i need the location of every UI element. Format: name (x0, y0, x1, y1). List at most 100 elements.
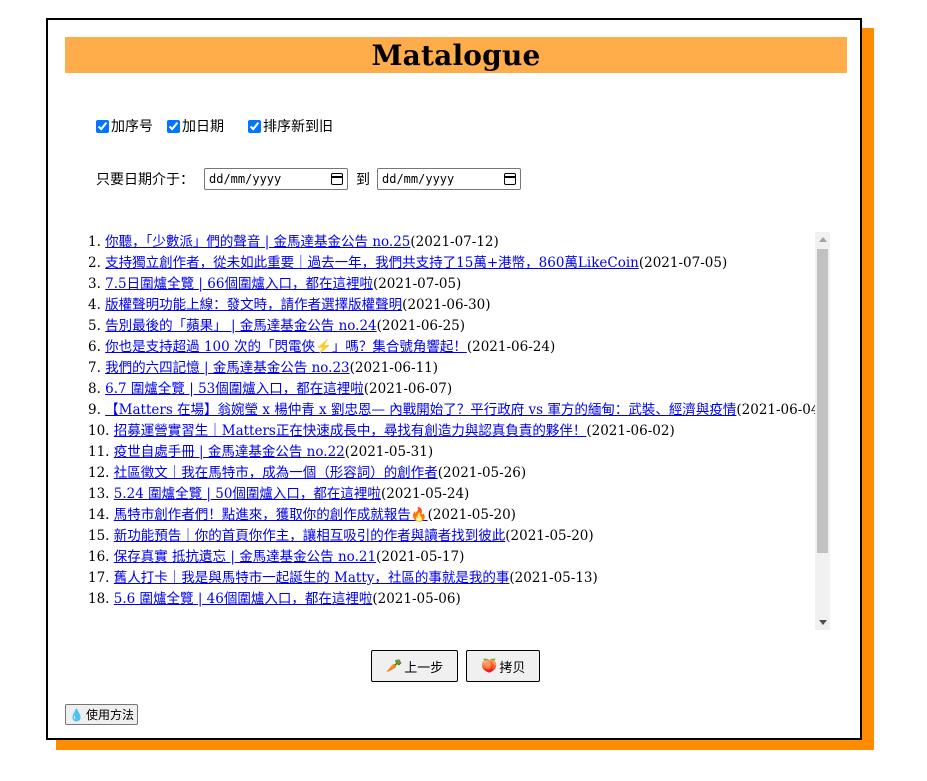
post-date: (2021-06-02) (586, 423, 675, 439)
post-date: (2021-06-04) (736, 402, 825, 418)
post-item: 3. 7.5日圍爐全覽 | 66個圍爐入口，都在這裡啦(2021-07-05) (88, 274, 831, 295)
date-to-input[interactable]: dd/mm/yyyy (377, 168, 521, 190)
post-number: 1. (88, 234, 106, 250)
post-link[interactable]: 社區徵文｜我在馬特市，成為一個（形容詞）的創作者 (114, 465, 438, 481)
post-item: 4. 版權聲明功能上線：發文時，請作者選擇版權聲明(2021-06-30) (88, 295, 831, 316)
post-item: 1. 你聽，「少數派」們的聲音 | 金馬達基金公告 no.25(2021-07-… (88, 232, 831, 253)
post-date: (2021-06-24) (466, 339, 556, 355)
post-date: (2021-06-30) (402, 297, 491, 313)
post-item: 5. 告別最後的「蘋果」 | 金馬達基金公告 no.24(2021-06-25) (88, 316, 831, 337)
serial-checkbox[interactable] (96, 119, 109, 133)
post-number: 6. (88, 339, 106, 355)
post-link[interactable]: 招募運營實習生｜Matters正在快速成長中，尋找有創造力與認真負責的夥伴！ (114, 423, 587, 439)
carrot-icon: 🥕 (386, 658, 403, 674)
date-label: 加日期 (182, 119, 224, 135)
post-link[interactable]: 5.6 圍爐全覽 | 46個圍爐入口，都在這裡啦 (114, 591, 373, 607)
copy-button-label: 拷贝 (499, 660, 526, 676)
post-link[interactable]: 【Matters 在場】翁婉瑩 x 楊仲青 x 劉忠恩— 內戰開始了？平行政府 … (105, 402, 736, 418)
prev-button-label: 上一步 (404, 660, 444, 676)
post-date: (2021-06-25) (376, 318, 466, 334)
date-checkbox[interactable] (167, 119, 180, 133)
date-filter-label: 只要日期介于： (96, 172, 194, 188)
post-item: 16. 保存真實 抵抗遺忘 | 金馬達基金公告 no.21(2021-05-17… (88, 547, 831, 568)
post-list: 1. 你聽，「少數派」們的聲音 | 金馬達基金公告 no.25(2021-07-… (88, 232, 831, 610)
date-to-label: 到 (356, 172, 370, 188)
post-link[interactable]: 7.5日圍爐全覽 | 66個圍爐入口，都在這裡啦 (105, 276, 373, 292)
post-date: (2021-05-20) (505, 528, 594, 544)
post-link[interactable]: 馬特市創作者們！點進來，獲取你的創作成就報告🔥 (114, 507, 428, 523)
post-link[interactable]: 保存真實 抵抗遺忘 | 金馬達基金公告 no.21 (114, 549, 376, 565)
post-date: (2021-06-11) (349, 360, 439, 376)
post-link[interactable]: 你聽，「少數派」們的聲音 | 金馬達基金公告 no.25 (105, 234, 410, 250)
peach-icon: 🍑 (481, 658, 498, 674)
sort-checkbox[interactable] (248, 119, 261, 133)
date-option[interactable]: 加日期 (167, 116, 224, 136)
post-date: (2021-07-12) (410, 234, 499, 250)
post-number: 14. (88, 507, 114, 523)
post-item: 14. 馬特市創作者們！點進來，獲取你的創作成就報告🔥(2021-05-20) (88, 505, 831, 526)
post-link[interactable]: 版權聲明功能上線：發文時，請作者選擇版權聲明 (105, 297, 402, 313)
post-number: 8. (88, 381, 106, 397)
post-item: 13. 5.24 圍爐全覽 | 50個圍爐入口，都在這裡啦(2021-05-24… (88, 484, 831, 505)
date-to-placeholder: dd/mm/yyyy (382, 172, 455, 186)
post-date: (2021-05-17) (376, 549, 465, 565)
serial-option[interactable]: 加序号 (96, 116, 153, 136)
post-date: (2021-05-26) (437, 465, 527, 481)
post-number: 4. (88, 297, 106, 313)
post-item: 2. 支持獨立創作者，從未如此重要｜過去一年，我們共支持了15萬+港幣，860萬… (88, 253, 831, 274)
post-link[interactable]: 我們的六四記憶 | 金馬達基金公告 no.23 (105, 360, 349, 376)
post-item: 10. 招募運營實習生｜Matters正在快速成長中，尋找有創造力與認真負責的夥… (88, 421, 831, 442)
scroll-up-icon[interactable] (819, 237, 827, 242)
header-bar: Matalogue (65, 37, 847, 73)
post-date: (2021-06-07) (363, 381, 453, 397)
post-link[interactable]: 6.7 圍爐全覽 | 53個圍爐入口，都在這裡啦 (105, 381, 364, 397)
list-scrollbar[interactable] (815, 232, 830, 630)
post-link[interactable]: 疫世自處手冊 | 金馬達基金公告 no.22 (114, 444, 345, 460)
post-date: (2021-07-05) (372, 276, 462, 292)
post-item: 9. 【Matters 在場】翁婉瑩 x 楊仲青 x 劉忠恩— 內戰開始了？平行… (88, 400, 831, 421)
post-list-container[interactable]: 1. 你聽，「少數派」們的聲音 | 金馬達基金公告 no.25(2021-07-… (88, 232, 831, 630)
date-from-placeholder: dd/mm/yyyy (209, 172, 282, 186)
post-item: 15. 新功能預告｜你的首頁你作主，讓相互吸引的作者與讀者找到彼此(2021-0… (88, 526, 831, 547)
post-link[interactable]: 支持獨立創作者，從未如此重要｜過去一年，我們共支持了15萬+港幣，860萬Lik… (105, 255, 639, 271)
post-date: (2021-07-05) (638, 255, 728, 271)
post-link[interactable]: 5.24 圍爐全覽 | 50個圍爐入口，都在這裡啦 (114, 486, 381, 502)
post-item: 17. 舊人打卡｜我是與馬特市一起誕生的 Matty，社區的事就是我的事(202… (88, 568, 831, 589)
scroll-down-icon[interactable] (819, 620, 827, 625)
post-number: 18. (88, 591, 114, 607)
post-number: 10. (88, 423, 114, 439)
usage-button[interactable]: 💧 使用方法 (65, 704, 138, 725)
post-number: 12. (88, 465, 114, 481)
post-item: 6. 你也是支持超過 100 次的「閃電俠⚡」嗎？集合號角響起！(2021-06… (88, 337, 831, 358)
post-date: (2021-05-20) (427, 507, 516, 523)
post-link[interactable]: 你也是支持超過 100 次的「閃電俠⚡」嗎？集合號角響起！ (105, 339, 467, 355)
copy-button[interactable]: 🍑 拷贝 (466, 650, 541, 682)
main-card: Matalogue 加序号 加日期 排序新到旧 只要日期介于： dd/mm/yy… (46, 18, 862, 740)
scroll-thumb[interactable] (817, 249, 828, 553)
post-number: 16. (88, 549, 114, 565)
post-number: 17. (88, 570, 114, 586)
post-number: 5. (88, 318, 106, 334)
post-date: (2021-05-13) (509, 570, 598, 586)
calendar-icon[interactable] (504, 173, 516, 185)
date-from-input[interactable]: dd/mm/yyyy (204, 168, 348, 190)
app-title: Matalogue (371, 38, 541, 72)
post-item: 11. 疫世自處手冊 | 金馬達基金公告 no.22(2021-05-31) (88, 442, 831, 463)
sort-option[interactable]: 排序新到旧 (248, 116, 333, 136)
post-date: (2021-05-06) (372, 591, 461, 607)
post-date: (2021-05-31) (344, 444, 434, 460)
post-number: 11. (88, 444, 114, 460)
post-number: 9. (88, 402, 106, 418)
prev-button[interactable]: 🥕 上一步 (371, 650, 459, 682)
post-link[interactable]: 新功能預告｜你的首頁你作主，讓相互吸引的作者與讀者找到彼此 (114, 528, 506, 544)
post-item: 18. 5.6 圍爐全覽 | 46個圍爐入口，都在這裡啦(2021-05-06) (88, 589, 831, 610)
calendar-icon[interactable] (331, 173, 343, 185)
post-number: 15. (88, 528, 114, 544)
post-number: 7. (88, 360, 106, 376)
post-link[interactable]: 舊人打卡｜我是與馬特市一起誕生的 Matty，社區的事就是我的事 (114, 570, 510, 586)
action-buttons: 🥕 上一步 🍑 拷贝 (371, 650, 541, 682)
post-date: (2021-05-24) (380, 486, 470, 502)
post-number: 2. (88, 255, 106, 271)
post-link[interactable]: 告別最後的「蘋果」 | 金馬達基金公告 no.24 (105, 318, 376, 334)
post-number: 3. (88, 276, 106, 292)
